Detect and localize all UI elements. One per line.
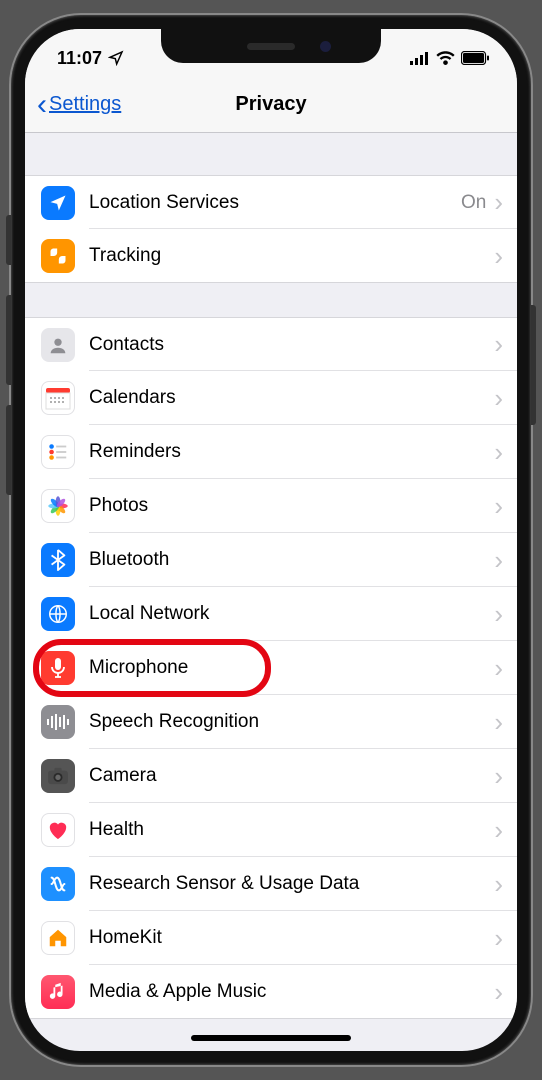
cell-label: Camera [89, 765, 494, 787]
cell-label: Health [89, 819, 494, 841]
chevron-right-icon: › [494, 653, 503, 684]
reminders-icon [41, 435, 75, 469]
chevron-right-icon: › [494, 241, 503, 272]
cell-contacts[interactable]: Contacts› [25, 317, 517, 371]
bluetooth-icon [41, 543, 75, 577]
chevron-left-icon: ‹ [37, 88, 47, 122]
cell-label: Media & Apple Music [89, 981, 494, 1003]
camera-icon [41, 759, 75, 793]
cell-label: Reminders [89, 441, 494, 463]
chevron-right-icon: › [494, 329, 503, 360]
cell-microphone[interactable]: Microphone› [25, 641, 517, 695]
back-button[interactable]: ‹ Settings [37, 88, 121, 122]
music-icon [41, 975, 75, 1009]
battery-icon [461, 51, 489, 65]
home-icon [41, 921, 75, 955]
cell-detail: On [461, 192, 486, 214]
research-icon [41, 867, 75, 901]
tracking-icon [41, 239, 75, 273]
cell-label: Location Services [89, 192, 461, 214]
wifi-icon [436, 51, 455, 65]
cellular-icon [410, 52, 430, 65]
calendar-icon [41, 381, 75, 415]
photos-icon [41, 489, 75, 523]
cell-homekit[interactable]: HomeKit› [25, 911, 517, 965]
cell-label: Bluetooth [89, 549, 494, 571]
cell-label: Local Network [89, 603, 494, 625]
cell-reminders[interactable]: Reminders› [25, 425, 517, 479]
cell-location-services[interactable]: Location ServicesOn › [25, 175, 517, 229]
cell-label: Calendars [89, 387, 494, 409]
cell-media[interactable]: Media & Apple Music› [25, 965, 517, 1019]
chevron-right-icon: › [494, 923, 503, 954]
chevron-right-icon: › [494, 599, 503, 630]
globe-icon [41, 597, 75, 631]
notch [161, 29, 381, 63]
chevron-right-icon: › [494, 869, 503, 900]
cell-label: Contacts [89, 334, 494, 356]
cell-camera[interactable]: Camera› [25, 749, 517, 803]
heart-icon [41, 813, 75, 847]
chevron-right-icon: › [494, 187, 503, 218]
cell-bluetooth[interactable]: Bluetooth› [25, 533, 517, 587]
nav-bar: ‹ Settings Privacy [25, 77, 517, 133]
chevron-right-icon: › [494, 707, 503, 738]
cell-local-network[interactable]: Local Network› [25, 587, 517, 641]
cell-label: Speech Recognition [89, 711, 494, 733]
home-indicator[interactable] [191, 1035, 351, 1041]
cell-research[interactable]: Research Sensor & Usage Data› [25, 857, 517, 911]
cell-tracking[interactable]: Tracking› [25, 229, 517, 283]
cell-photos[interactable]: Photos› [25, 479, 517, 533]
screen: 11:07 ‹ Settings Privacy Location Servic… [25, 29, 517, 1051]
chevron-right-icon: › [494, 491, 503, 522]
cell-label: Tracking [89, 245, 494, 267]
back-label: Settings [49, 93, 121, 116]
cell-label: Research Sensor & Usage Data [89, 873, 494, 895]
mic-icon [41, 651, 75, 685]
contacts-icon [41, 328, 75, 362]
location-icon [41, 186, 75, 220]
cell-calendars[interactable]: Calendars› [25, 371, 517, 425]
settings-list[interactable]: Location ServicesOn›Tracking›Contacts›Ca… [25, 133, 517, 1019]
cell-label: Photos [89, 495, 494, 517]
cell-health[interactable]: Health› [25, 803, 517, 857]
location-arrow-icon [108, 50, 124, 66]
cell-label: Microphone [89, 657, 494, 679]
chevron-right-icon: › [494, 545, 503, 576]
chevron-right-icon: › [494, 977, 503, 1008]
waveform-icon [41, 705, 75, 739]
status-time: 11:07 [57, 48, 102, 69]
chevron-right-icon: › [494, 761, 503, 792]
chevron-right-icon: › [494, 437, 503, 468]
cell-speech-recognition[interactable]: Speech Recognition› [25, 695, 517, 749]
phone-frame: 11:07 ‹ Settings Privacy Location Servic… [11, 15, 531, 1065]
cell-label: HomeKit [89, 927, 494, 949]
chevron-right-icon: › [494, 383, 503, 414]
page-title: Privacy [235, 93, 306, 116]
chevron-right-icon: › [494, 815, 503, 846]
